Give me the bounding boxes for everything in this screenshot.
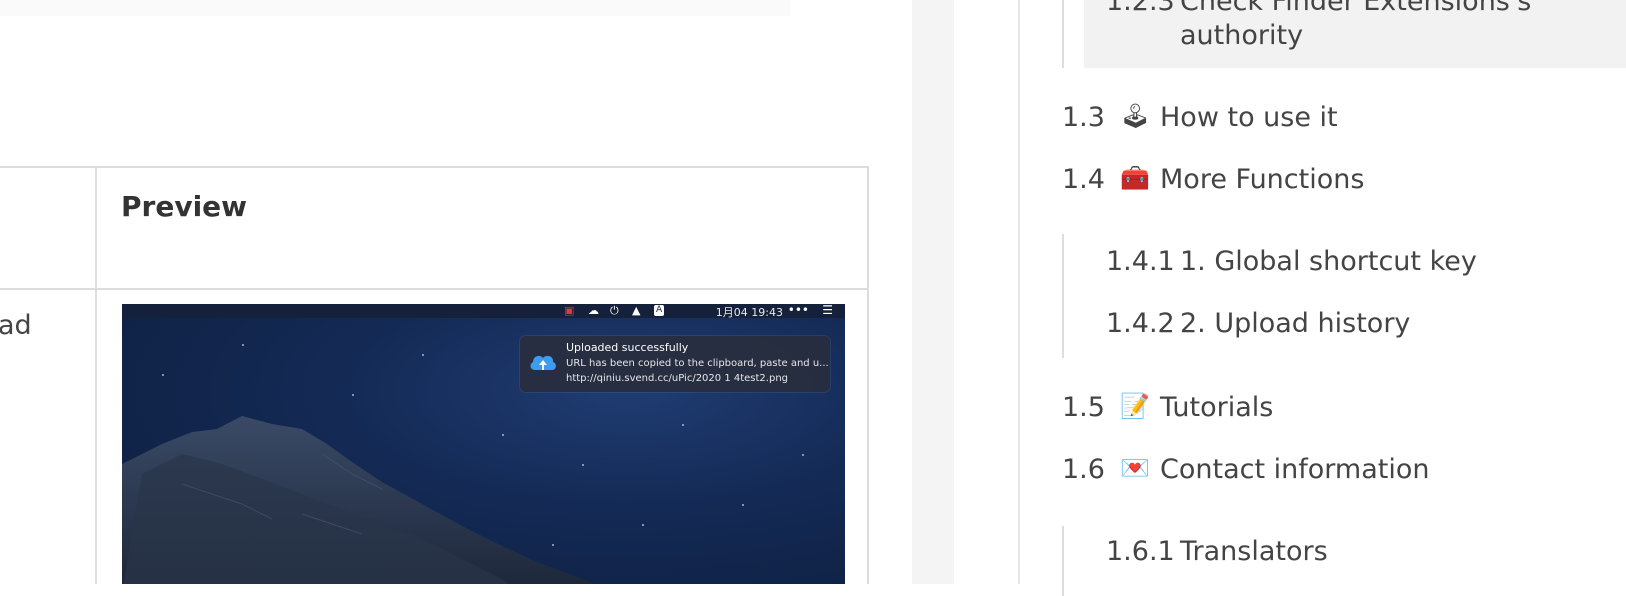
- upload-notification[interactable]: Uploaded successfully URL has been copie…: [520, 336, 830, 392]
- notification-url: http://qiniu.svend.cc/uPic/2020 1 4test2…: [566, 373, 789, 384]
- toc-number: 1.2.3: [1106, 0, 1175, 17]
- memo-icon: 📝: [1120, 392, 1150, 420]
- toc-label: How to use it: [1160, 102, 1338, 133]
- menubar-clock[interactable]: 1月04 19:43: [716, 304, 783, 320]
- table-header-preview: Preview: [121, 190, 248, 223]
- table-column-divider: [95, 168, 97, 584]
- macos-menubar: ▣ ☁ ⏻ ▲ A 1月04 19:43 ••• ☰: [122, 304, 845, 320]
- table-row-divider: [0, 288, 867, 290]
- cloud-icon[interactable]: ☁: [588, 305, 599, 316]
- bell-icon[interactable]: ▲: [632, 305, 640, 316]
- toc-number: 1.3: [1062, 102, 1105, 133]
- toc-label: Translators: [1180, 536, 1328, 567]
- toc-nesting-line: [1062, 234, 1064, 358]
- notification-center-icon[interactable]: ☰: [822, 304, 833, 317]
- toc-label: Check Finder Extensions's: [1180, 0, 1532, 17]
- toc-label: 2. Upload history: [1180, 308, 1411, 339]
- code-block-bottom: [0, 0, 790, 16]
- toc-number: 1.4.2: [1106, 308, 1175, 339]
- love-letter-icon: 💌: [1120, 454, 1150, 482]
- preview-screenshot: ▣ ☁ ⏻ ▲ A 1月04 19:43 ••• ☰ Uploaded succ…: [122, 304, 845, 584]
- notification-body: URL has been copied to the clipboard, pa…: [566, 358, 829, 369]
- toc-number: 1.4: [1062, 164, 1105, 195]
- power-icon[interactable]: ⏻: [610, 305, 619, 316]
- upic-icon[interactable]: ▣: [564, 305, 574, 316]
- toc-label: Contact information: [1160, 454, 1430, 485]
- toc-label: More Functions: [1160, 164, 1365, 195]
- table-cell-description: ad: [0, 310, 32, 341]
- toc-number: 1.6: [1062, 454, 1105, 485]
- toc-number: 1.4.1: [1106, 246, 1175, 277]
- more-icon[interactable]: •••: [788, 304, 809, 317]
- toc-number: 1.5: [1062, 392, 1105, 423]
- toc-nesting-line: [1062, 0, 1064, 68]
- notification-title: Uploaded successfully: [566, 341, 689, 354]
- cloud-upload-icon: [530, 355, 556, 370]
- page-gutter: [912, 0, 954, 584]
- toc-label: 1. Global shortcut key: [1180, 246, 1477, 277]
- toolbox-icon: 🧰: [1120, 164, 1150, 192]
- toc-nesting-line: [1062, 526, 1064, 596]
- table-of-contents: 1.2.3 Check Finder Extensions's authorit…: [1020, 0, 1626, 596]
- toc-number: 1.6.1: [1106, 536, 1175, 567]
- input-method-icon[interactable]: A: [654, 305, 665, 316]
- toc-label: authority: [1180, 20, 1304, 51]
- joystick-icon: 🕹: [1120, 102, 1151, 130]
- document-content: Preview ad ▣ ☁ ⏻ ▲ A 1月04 19:43 ••• ☰ Up…: [0, 0, 912, 584]
- toc-label: Tutorials: [1160, 392, 1274, 423]
